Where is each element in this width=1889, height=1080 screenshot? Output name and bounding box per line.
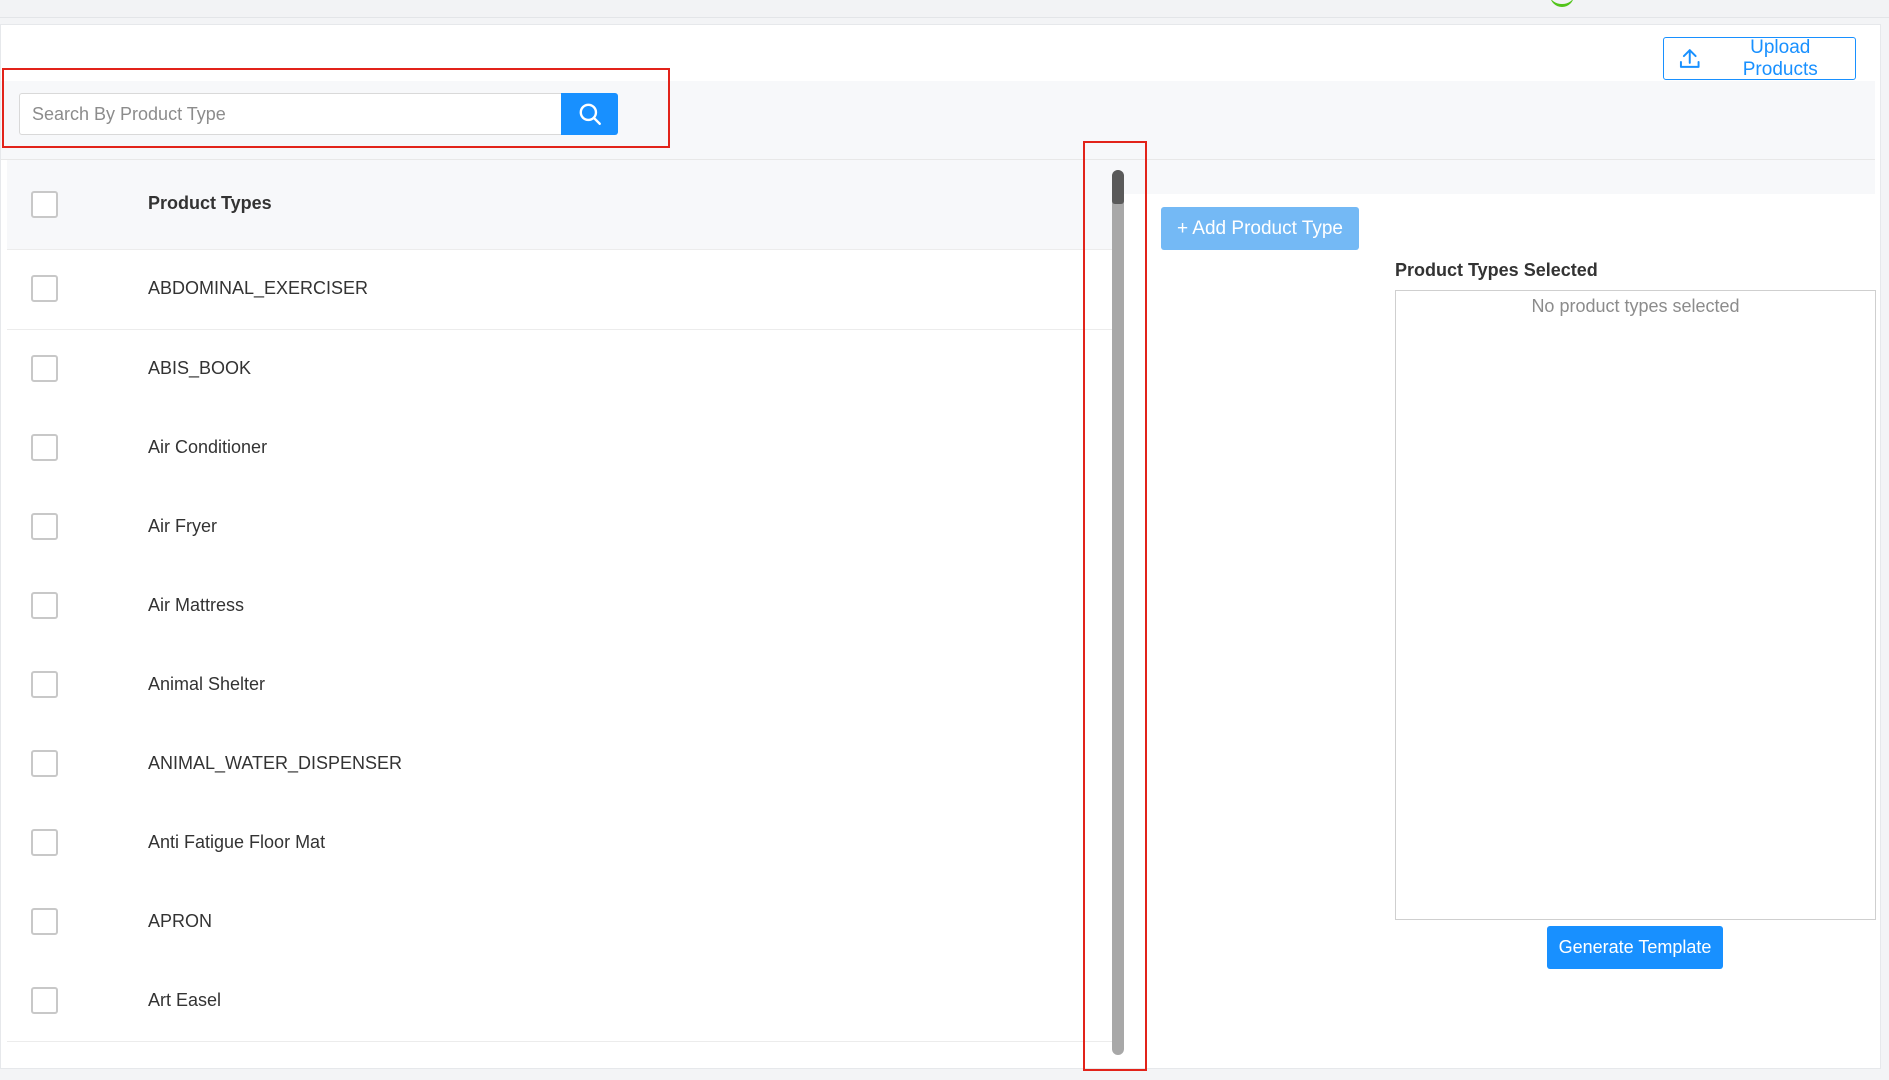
table-row[interactable]: Anti Fatigue Floor Mat	[7, 804, 1112, 884]
search-highlight-box	[2, 68, 670, 148]
row-checkbox[interactable]	[31, 355, 58, 382]
top-bar	[0, 0, 1889, 18]
table-header: Product Types	[7, 160, 1112, 250]
table-row[interactable]: Art Easel	[7, 962, 1112, 1042]
row-checkbox[interactable]	[31, 987, 58, 1014]
row-checkbox[interactable]	[31, 829, 58, 856]
selected-types-title: Product Types Selected	[1395, 260, 1598, 280]
upload-icon	[1679, 48, 1700, 68]
product-type-label: ABDOMINAL_EXERCISER	[148, 278, 369, 298]
selected-types-box: No product types selected	[1395, 290, 1876, 920]
table-row[interactable]: Air Fryer	[7, 488, 1112, 568]
product-type-label: Anti Fatigue Floor Mat	[148, 832, 326, 852]
table-row[interactable]: Animal Shelter	[7, 646, 1112, 726]
table-row[interactable]: ANIMAL_WATER_DISPENSER	[7, 725, 1112, 805]
table-row[interactable]: Air Mattress	[7, 567, 1112, 647]
empty-selection-text: No product types selected	[1531, 296, 1740, 316]
table-row[interactable]: ABIS_BOOK	[7, 330, 1112, 410]
right-panel-header-band	[1112, 160, 1875, 194]
add-product-type-button[interactable]: + Add Product Type	[1161, 207, 1359, 250]
product-type-label: ABIS_BOOK	[148, 358, 252, 378]
row-checkbox[interactable]	[31, 275, 58, 302]
product-type-label: Air Conditioner	[148, 437, 268, 457]
row-checkbox[interactable]	[31, 671, 58, 698]
product-type-label: Air Mattress	[148, 595, 245, 615]
product-type-label: Art Easel	[148, 990, 222, 1010]
select-all-checkbox[interactable]	[31, 191, 58, 218]
row-checkbox[interactable]	[31, 513, 58, 540]
row-checkbox[interactable]	[31, 592, 58, 619]
row-checkbox[interactable]	[31, 750, 58, 777]
product-type-label: Air Fryer	[148, 516, 217, 536]
generate-template-button[interactable]: Generate Template	[1547, 926, 1723, 969]
product-type-label: Animal Shelter	[148, 674, 266, 694]
scrollbar-highlight-box	[1083, 141, 1147, 1071]
table-row[interactable]: ABDOMINAL_EXERCISER	[7, 250, 1112, 330]
product-type-label: ANIMAL_WATER_DISPENSER	[148, 753, 403, 773]
table-row[interactable]: APRON	[7, 883, 1112, 963]
status-indicator	[1550, 0, 1574, 7]
table-row[interactable]: Air Conditioner	[7, 409, 1112, 489]
row-checkbox[interactable]	[31, 434, 58, 461]
row-checkbox[interactable]	[31, 908, 58, 935]
column-header-product-types: Product Types	[148, 193, 272, 213]
upload-products-label: Upload Products	[1742, 36, 1818, 80]
product-type-label: APRON	[148, 911, 213, 931]
upload-products-button[interactable]: Upload Products	[1663, 37, 1856, 80]
